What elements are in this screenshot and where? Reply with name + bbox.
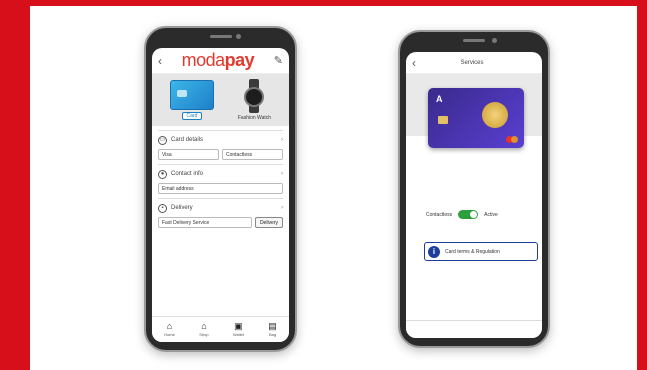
- phone-mockup-payment: ‹ modapay ✎ Card Fashion Watch ▭ Card de…: [144, 26, 297, 352]
- shop-icon: ⌂: [201, 321, 207, 331]
- card-terms-label: Card terms & Regulation: [445, 248, 500, 255]
- contactless-toggle[interactable]: [458, 210, 479, 219]
- section-header: ▭ Card details ›: [158, 134, 283, 146]
- chevron-left-icon[interactable]: ‹: [158, 54, 162, 68]
- card-terms-button[interactable]: i Card terms & Regulation: [424, 242, 538, 261]
- watch-icon: [243, 79, 265, 113]
- card-icon: ▭: [158, 135, 167, 145]
- email-field[interactable]: Email address: [158, 183, 283, 194]
- product-label: Card: [181, 112, 203, 120]
- chevron-right-icon[interactable]: ›: [281, 205, 283, 211]
- chevron-right-icon[interactable]: ›: [281, 171, 283, 177]
- nav-label: Shop: [199, 332, 209, 337]
- mastercard-icon: [506, 136, 518, 143]
- toggle-left-label: Contactless: [426, 211, 453, 218]
- truck-icon: ▪: [158, 203, 167, 213]
- user-icon: ●: [158, 169, 167, 179]
- section-header: ▪ Delivery ›: [158, 202, 283, 214]
- nav-label: Wallet: [232, 332, 244, 337]
- contactless-field[interactable]: Contactless: [222, 149, 283, 160]
- pencil-icon[interactable]: ✎: [274, 54, 283, 67]
- home-icon: ⌂: [166, 321, 173, 331]
- nav-wallet[interactable]: ▣ Wallet: [232, 321, 244, 338]
- card-banner: A: [406, 74, 542, 148]
- product-label: Fashion Watch: [237, 115, 272, 121]
- product-card-option[interactable]: Card: [169, 80, 214, 120]
- front-camera: [492, 38, 497, 43]
- app-header: ‹ modapay ✎: [152, 48, 289, 74]
- product-selector: Card Fashion Watch: [152, 74, 289, 126]
- card-type-field[interactable]: Visa: [158, 149, 219, 160]
- phone1-screen: ‹ modapay ✎ Card Fashion Watch ▭ Card de…: [152, 48, 289, 342]
- info-icon: i: [428, 245, 440, 258]
- payment-card-icon[interactable]: A: [428, 88, 524, 148]
- section-header: ● Contact info ›: [158, 168, 283, 180]
- card-brand-mark: A: [436, 94, 443, 104]
- red-right-border: [637, 0, 647, 370]
- bottom-bar: [406, 320, 542, 338]
- card-coin-graphic: [482, 102, 508, 128]
- contact-info-section: ● Contact info › Email address: [158, 164, 283, 194]
- promo-canvas: ‹ modapay ✎ Card Fashion Watch ▭ Card de…: [0, 0, 647, 370]
- delivery-button[interactable]: Delivery: [254, 217, 283, 228]
- wallet-icon: ▣: [234, 321, 243, 331]
- product-watch-option[interactable]: Fashion Watch: [238, 79, 271, 121]
- bottom-navigation: ⌂ Home ⌂ Shop ▣ Wallet ▤ Bag: [152, 316, 289, 342]
- delivery-option-field[interactable]: Fast Delivery Service: [158, 217, 252, 228]
- red-top-border: [0, 0, 647, 6]
- section-title: Delivery: [171, 205, 193, 211]
- red-left-border: [0, 0, 30, 370]
- bag-icon: ▤: [268, 321, 277, 331]
- credit-card-icon: [169, 80, 214, 110]
- delivery-section: ▪ Delivery › Fast Delivery Service Deliv…: [158, 198, 283, 228]
- nav-label: Bag: [268, 332, 277, 337]
- phone2-screen: ‹ Services A Contactless Active i Card t…: [406, 52, 542, 338]
- section-title: Card details: [171, 137, 204, 143]
- card-details-section: ▭ Card details › Visa Contactless: [158, 130, 283, 160]
- phone-mockup-services: ‹ Services A Contactless Active i Card t…: [398, 30, 550, 348]
- contactless-toggle-row: Contactless Active: [426, 210, 498, 219]
- chevron-right-icon[interactable]: ›: [281, 137, 283, 143]
- speaker-grille: [209, 35, 232, 38]
- card-chip: [438, 116, 448, 124]
- speaker-grille: [463, 39, 485, 42]
- toggle-right-label: Active: [484, 211, 498, 218]
- front-camera: [236, 34, 241, 39]
- nav-shop[interactable]: ⌂ Shop: [199, 321, 209, 338]
- app-header: ‹ Services: [406, 52, 542, 74]
- page-title: Services: [460, 59, 484, 66]
- nav-home[interactable]: ⌂ Home: [164, 321, 175, 338]
- nav-bag[interactable]: ▤ Bag: [268, 321, 277, 338]
- modapay-logo: modapay: [181, 50, 255, 70]
- section-title: Contact info: [171, 171, 204, 177]
- nav-label: Home: [164, 332, 175, 337]
